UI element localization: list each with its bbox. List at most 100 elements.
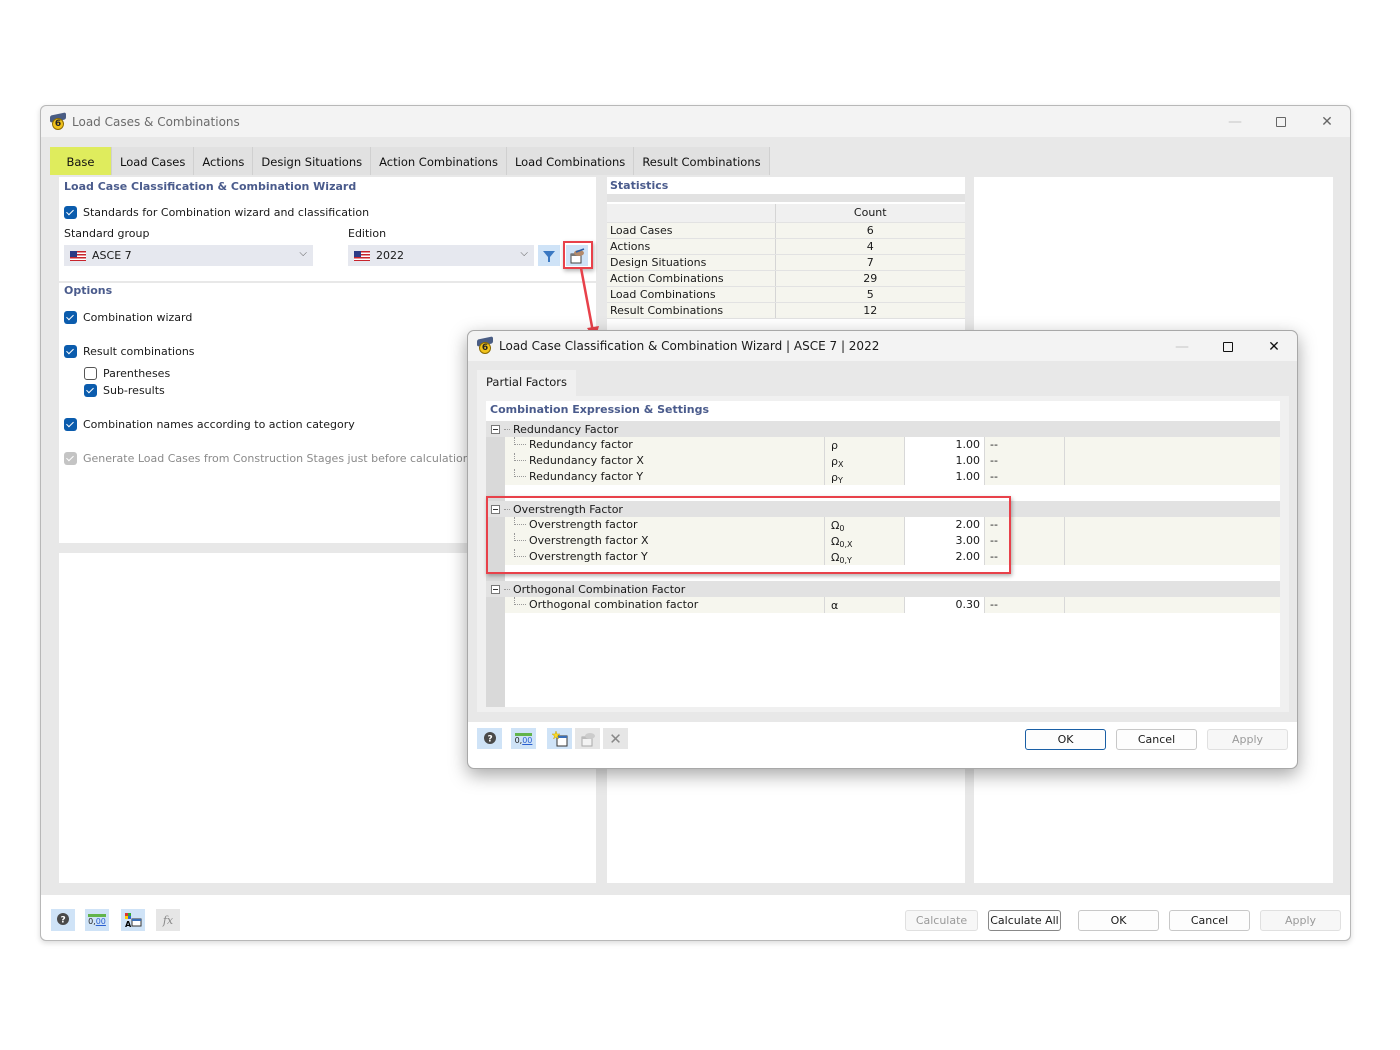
tab-load-cases[interactable]: Load Cases xyxy=(112,147,195,175)
table-row: Actions 4 xyxy=(607,238,965,255)
decimal-units-icon: 0,00 xyxy=(88,914,106,926)
list-item[interactable]: Orthogonal combination factor α 0.30 -- xyxy=(505,597,1280,613)
formula-button[interactable]: fx xyxy=(156,909,180,931)
collapse-icon[interactable] xyxy=(491,584,500,594)
main-footer: ? 0,00 A fx Calculate Calculate All OK C… xyxy=(41,895,1350,940)
app-logo-icon: 6 xyxy=(476,336,494,355)
svg-text:?: ? xyxy=(487,734,492,744)
standard-group-value: ASCE 7 xyxy=(92,249,132,262)
tab-action-combinations[interactable]: Action Combinations xyxy=(371,147,507,175)
result-combinations-label: Result combinations xyxy=(83,345,195,358)
row-label: Load Cases xyxy=(607,222,775,239)
item-value[interactable]: 1.00 xyxy=(904,437,984,453)
sub-results-row[interactable]: Sub-results xyxy=(84,384,165,397)
app-logo-icon: 6 xyxy=(49,111,67,131)
dialog-titlebar: 6 Load Case Classification & Combination… xyxy=(468,331,1297,361)
list-item[interactable]: Redundancy factor Y ρY 1.00 -- xyxy=(505,469,1280,485)
item-name: Redundancy factor X xyxy=(529,454,644,467)
sub-results-checkbox[interactable] xyxy=(84,384,97,397)
calculate-all-button[interactable]: Calculate All xyxy=(988,910,1061,931)
statistics-corner-cell xyxy=(607,204,775,223)
parentheses-label: Parentheses xyxy=(103,367,171,380)
calculate-button[interactable]: Calculate xyxy=(905,910,978,931)
table-row: Design Situations 7 xyxy=(607,254,965,271)
dialog-apply-button[interactable]: Apply xyxy=(1207,729,1288,750)
item-value[interactable]: 1.00 xyxy=(904,469,984,485)
us-flag-icon xyxy=(354,250,370,261)
new-button[interactable] xyxy=(547,728,572,749)
filter-button[interactable] xyxy=(538,245,560,266)
combination-wizard-checkbox[interactable] xyxy=(64,311,77,324)
parentheses-checkbox[interactable] xyxy=(84,367,97,380)
table-row: Result Combinations 12 xyxy=(607,302,965,319)
group-orthogonal-combination-factor[interactable]: Orthogonal Combination Factor xyxy=(486,581,1280,597)
group-title: Orthogonal Combination Factor xyxy=(513,582,686,596)
item-unit: -- xyxy=(984,437,1064,453)
tab-result-combinations[interactable]: Result Combinations xyxy=(634,147,770,175)
dialog-minimize-button[interactable]: — xyxy=(1159,331,1205,362)
svg-text:?: ? xyxy=(61,916,66,926)
row-label: Design Situations xyxy=(607,254,775,271)
row-count: 5 xyxy=(774,286,965,303)
item-value[interactable]: 1.00 xyxy=(904,453,984,469)
svg-text:A: A xyxy=(125,920,132,928)
group-redundancy-factor[interactable]: Redundancy Factor xyxy=(486,421,1280,437)
table-row: Load Combinations 5 xyxy=(607,286,965,303)
display-settings-icon: A xyxy=(125,913,142,928)
dialog-ok-button[interactable]: OK xyxy=(1025,729,1106,750)
apply-button[interactable]: Apply xyxy=(1260,910,1341,931)
ok-button[interactable]: OK xyxy=(1078,910,1159,931)
generate-load-cases-checkbox xyxy=(64,452,77,465)
result-combinations-row[interactable]: Result combinations xyxy=(64,345,195,358)
dialog-maximize-button[interactable] xyxy=(1205,331,1251,362)
collapse-icon[interactable] xyxy=(491,424,500,434)
dialog-help-button[interactable]: ? xyxy=(477,728,502,749)
row-count: 6 xyxy=(774,222,965,239)
dialog-footer: ? 0,00 ✕ OK Cancel Apply xyxy=(468,722,1297,768)
combination-names-checkbox[interactable] xyxy=(64,418,77,431)
statistics-table: Count Load Cases 6 Actions 4 Design Situat… xyxy=(607,204,965,319)
dialog-title: Load Case Classification & Combination W… xyxy=(499,339,880,353)
list-item[interactable]: Redundancy factor X ρX 1.00 -- xyxy=(505,453,1280,469)
dialog-cancel-button[interactable]: Cancel xyxy=(1116,729,1197,750)
count-column-header: Count xyxy=(774,204,965,223)
result-combinations-checkbox[interactable] xyxy=(64,345,77,358)
item-symbol: ρY xyxy=(824,469,904,485)
dialog-units-button[interactable]: 0,00 xyxy=(511,728,536,749)
item-value[interactable]: 0.30 xyxy=(904,597,984,613)
combination-names-row[interactable]: Combination names according to action ca… xyxy=(64,418,355,431)
sub-results-label: Sub-results xyxy=(103,384,165,397)
cancel-button[interactable]: Cancel xyxy=(1169,910,1250,931)
generate-load-cases-label: Generate Load Cases from Construction St… xyxy=(83,452,470,465)
standards-checkbox[interactable] xyxy=(64,206,77,219)
minimize-button[interactable]: — xyxy=(1212,106,1258,137)
tab-partial-factors[interactable]: Partial Factors xyxy=(477,370,576,396)
tab-base[interactable]: Base xyxy=(50,147,112,175)
item-name: Orthogonal combination factor xyxy=(529,598,699,611)
tab-load-combinations[interactable]: Load Combinations xyxy=(506,147,635,175)
window-title: Load Cases & Combinations xyxy=(72,114,240,129)
standards-checkbox-row[interactable]: Standards for Combination wizard and cla… xyxy=(64,206,369,219)
table-row: Load Cases 6 xyxy=(607,222,965,239)
combination-expression-header: Combination Expression & Settings xyxy=(490,403,710,416)
statistics-spacer-bar xyxy=(607,194,965,202)
help-button[interactable]: ? xyxy=(51,909,75,931)
item-symbol: α xyxy=(824,597,904,613)
close-button[interactable]: ✕ xyxy=(1304,106,1350,137)
maximize-button[interactable] xyxy=(1258,106,1304,137)
edition-label: Edition xyxy=(348,227,387,240)
wizard-settings-icon xyxy=(581,732,595,746)
item-symbol: ρX xyxy=(824,453,904,469)
edition-dropdown[interactable]: 2022 ⌵ xyxy=(348,245,534,266)
color-settings-button[interactable]: A xyxy=(121,909,145,931)
dialog-close-button[interactable]: ✕ xyxy=(1251,331,1297,362)
tab-actions[interactable]: Actions xyxy=(194,147,254,175)
units-button[interactable]: 0,00 xyxy=(85,909,109,931)
parentheses-row[interactable]: Parentheses xyxy=(84,367,170,380)
tab-design-situations[interactable]: Design Situations xyxy=(253,147,372,175)
combination-wizard-row[interactable]: Combination wizard xyxy=(64,311,192,324)
row-label: Action Combinations xyxy=(607,270,775,287)
list-item[interactable]: Redundancy factor ρ 1.00 -- xyxy=(505,437,1280,453)
statistics-section-header: Statistics xyxy=(610,179,669,192)
standard-group-dropdown[interactable]: ASCE 7 ⌵ xyxy=(64,245,313,266)
